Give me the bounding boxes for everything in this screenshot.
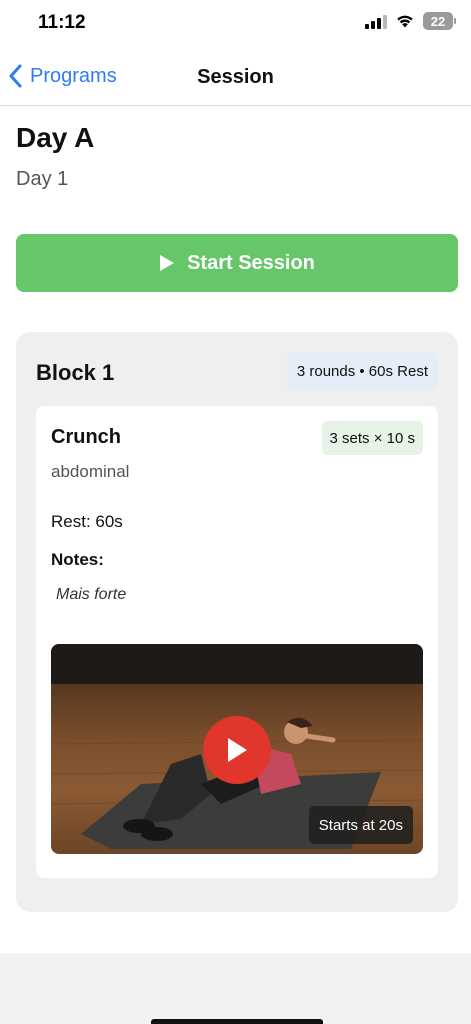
session-title: Day A [16,122,95,153]
block-rounds-badge: 3 rounds • 60s Rest [286,352,438,390]
home-indicator [151,1019,323,1024]
exercise-card[interactable]: Crunch 3 sets × 10 s abdominal Rest: 60s… [36,406,438,878]
start-session-label: Start Session [187,251,315,274]
exercise-sets-badge: 3 sets × 10 s [321,421,423,455]
wifi-icon [397,15,413,28]
status-icons: 22 [365,12,456,30]
exercise-rest: Rest: 60s [51,512,123,531]
nav-title: Session [197,66,274,88]
status-bar: 11:12 22 [0,0,471,50]
exercise-muscle: abdominal [51,462,130,481]
play-icon [228,738,247,762]
exercise-notes: Mais forte [56,586,127,603]
session-subtitle: Day 1 [16,168,69,190]
video-play-button[interactable] [203,716,271,784]
battery-icon: 22 [423,12,456,30]
status-time: 11:12 [38,12,86,33]
exercise-video-thumbnail[interactable]: Starts at 20s [51,644,423,854]
navigation-bar: Programs Session [0,50,471,106]
video-start-time-badge: Starts at 20s [308,806,413,844]
exercise-notes-label: Notes: [51,550,104,569]
block-title: Block 1 [36,360,115,385]
play-icon [160,255,175,271]
battery-level: 22 [430,13,446,29]
block-card: Block 1 3 rounds • 60s Rest Crunch 3 set… [16,332,458,912]
cellular-signal-icon [365,13,387,29]
exercise-name: Crunch [51,426,121,448]
start-session-button[interactable]: Start Session [16,234,458,292]
bottom-safe-area [0,953,471,1024]
